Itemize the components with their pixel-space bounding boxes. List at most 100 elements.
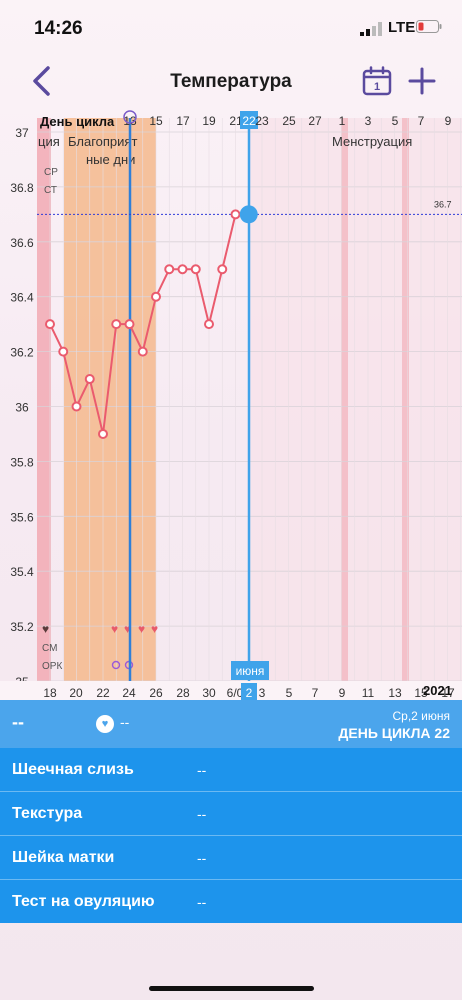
calendar-icon[interactable]: 1 xyxy=(362,66,392,96)
add-icon[interactable] xyxy=(408,67,436,95)
date-tick: 5 xyxy=(286,686,293,700)
network-label: LTE xyxy=(388,19,416,36)
status-bar: 14:26 LTE xyxy=(0,0,462,56)
field-label: Текстура xyxy=(12,805,83,822)
annotation-menstruation: Менструация xyxy=(332,134,412,149)
temperature-point xyxy=(217,264,228,275)
cycle-day-tick: 1 xyxy=(339,114,346,128)
selected-date: Ср,2 июня xyxy=(392,709,450,723)
y-tick-label: 36.2 xyxy=(10,346,34,360)
fertile-window-band xyxy=(64,118,156,681)
heart-mark: ♥ xyxy=(138,622,145,636)
temperature-point xyxy=(190,264,201,275)
cycle-day-tick: 19 xyxy=(202,114,216,128)
status-time: 14:26 xyxy=(34,18,83,39)
temperature-point xyxy=(230,209,241,220)
y-tick-label: 36.8 xyxy=(10,181,34,195)
temperature-point xyxy=(111,319,122,330)
y-tick-label: 35.8 xyxy=(10,455,34,469)
cycle-day-tick: 17 xyxy=(176,114,190,128)
day-details-list: Шеечная слизь -- Текстура -- Шейка матки… xyxy=(0,748,462,923)
date-tick: 18 xyxy=(43,686,57,700)
field-label: Шейка матки xyxy=(12,849,115,866)
row-label: СТ xyxy=(44,185,57,196)
date-tick: 3 xyxy=(259,686,266,700)
temperature-point xyxy=(45,319,55,330)
page-title: Температура xyxy=(170,71,292,92)
temperature-point xyxy=(151,291,161,302)
date-tick: 22 xyxy=(96,686,110,700)
period-band xyxy=(341,118,348,681)
period-band xyxy=(37,118,51,681)
field-value: -- xyxy=(197,850,207,866)
y-tick-label: 35.2 xyxy=(10,620,34,634)
cycle-day-tick: 25 xyxy=(282,114,296,128)
annotation-period: ция xyxy=(38,134,60,149)
date-tick: 28 xyxy=(176,686,190,700)
heart-mark: ♥ xyxy=(111,622,118,636)
home-indicator xyxy=(149,986,314,991)
cycle-day-tick: 9 xyxy=(445,114,452,128)
temperature-point xyxy=(124,319,135,330)
date-tick: 13 xyxy=(388,686,402,700)
heart-value: -- xyxy=(120,714,130,730)
cycle-day-tick: 27 xyxy=(308,114,322,128)
date-tick: 26 xyxy=(149,686,163,700)
cycle-day-tick: 5 xyxy=(392,114,399,128)
temperature-point xyxy=(204,319,214,330)
cycle-day-tick: 3 xyxy=(365,114,372,128)
heart-icon: ♥ xyxy=(96,715,114,733)
row-label: СР xyxy=(44,167,58,178)
temperature-point xyxy=(137,346,148,357)
battery-icon xyxy=(416,20,442,33)
forecast-band xyxy=(250,118,462,681)
date-tick: 11 xyxy=(362,686,375,700)
heart-mark: ♥ xyxy=(42,622,49,636)
date-tick: 30 xyxy=(202,686,216,700)
temperature-chart[interactable]: ция Благоприят ные дниМенструация♥ ♥ ♥ ♥ ♥36.7… xyxy=(0,106,462,700)
temperature-point xyxy=(177,264,188,275)
y-tick-label: 36.6 xyxy=(10,236,34,250)
temperature-point xyxy=(164,264,175,275)
field-texture[interactable]: Текстура -- xyxy=(0,792,462,836)
y-tick-label: 36.4 xyxy=(10,291,34,305)
calendar-day: 1 xyxy=(374,81,380,93)
y-tick-label: 36 xyxy=(15,401,29,415)
field-value: -- xyxy=(197,894,207,910)
field-ovulation-test[interactable]: Тест на овуляцию -- xyxy=(0,880,462,923)
date-tick: 20 xyxy=(69,686,83,700)
temperature-point xyxy=(58,346,69,357)
day-summary-bar[interactable]: -- ♥ -- Ср,2 июня ДЕНЬ ЦИКЛА 22 xyxy=(0,700,462,748)
y-tick-label: 37 xyxy=(15,126,29,140)
temperature-point xyxy=(98,428,108,439)
cycle-day-tick: 23 xyxy=(255,114,269,128)
y-tick-label: 35.6 xyxy=(10,510,34,524)
field-label: Тест на овуляцию xyxy=(12,893,155,910)
date-tick: 24 xyxy=(122,686,136,700)
month-label: июня xyxy=(236,664,265,678)
cycle-day-tick: 22 xyxy=(242,114,256,128)
temperature-value: -- xyxy=(12,712,24,732)
date-tick: 9 xyxy=(339,686,346,700)
reference-line-label: 36.7 xyxy=(434,199,452,209)
cycle-day-tick: 15 xyxy=(149,114,163,128)
cycle-day-tick: 7 xyxy=(418,114,425,128)
field-value: -- xyxy=(197,762,207,778)
temperature-point xyxy=(71,401,82,412)
field-cervix[interactable]: Шейка матки -- xyxy=(0,836,462,880)
field-cervical-mucus[interactable]: Шеечная слизь -- xyxy=(0,748,462,792)
date-tick: 7 xyxy=(312,686,319,700)
field-value: -- xyxy=(197,806,207,822)
signal-icon xyxy=(360,22,382,36)
row-label: ОРК xyxy=(42,661,62,672)
date-tick: 2 xyxy=(246,686,253,700)
y-tick-label: 35.4 xyxy=(10,565,34,579)
cycle-day-axis-label: День цикла xyxy=(40,114,115,129)
cycle-day-label: ДЕНЬ ЦИКЛА 22 xyxy=(338,725,450,741)
year-label: 2021 xyxy=(423,683,452,698)
selected-temperature-point xyxy=(239,205,258,224)
nav-bar: Температура 1 xyxy=(0,56,462,106)
heart-mark: ♥ xyxy=(151,622,158,636)
temperature-point xyxy=(84,374,95,385)
row-label: СМ xyxy=(42,643,57,654)
